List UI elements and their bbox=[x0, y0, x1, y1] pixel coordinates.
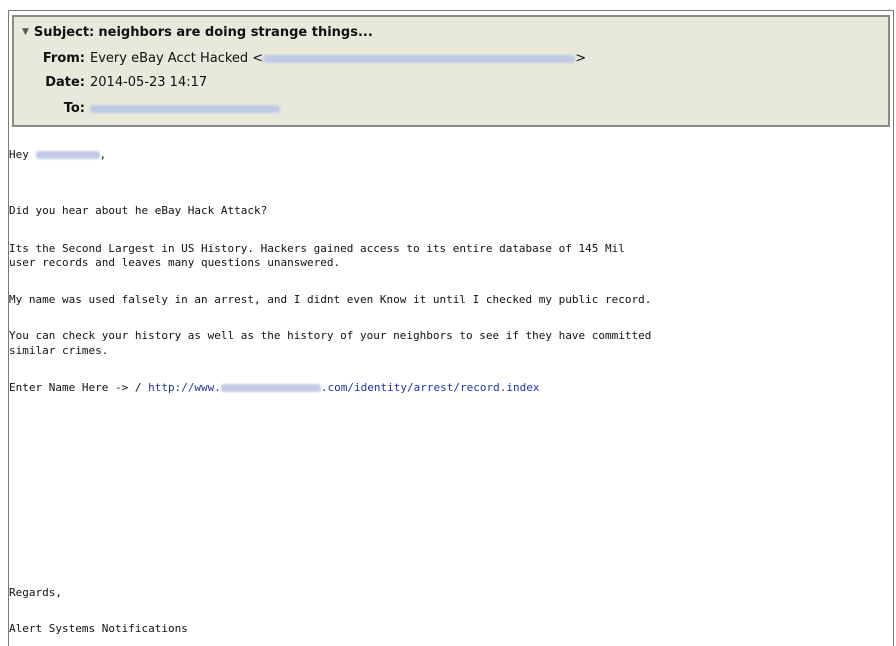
paragraph-1: Did you hear about he eBay Hack Attack? bbox=[9, 204, 268, 217]
email-viewer: ▼ Subject: neighbors are doing strange th… bbox=[8, 10, 894, 646]
paragraph-4-line-1: You can check your history as well as th… bbox=[9, 329, 652, 342]
signature: Alert Systems Notifications bbox=[9, 622, 188, 635]
greeting-suffix: , bbox=[99, 148, 107, 161]
link-end[interactable]: .com/identity/arrest/record.index bbox=[321, 381, 540, 394]
date-label: Date: bbox=[45, 75, 85, 90]
from-name[interactable]: Every eBay Acct Hacked < bbox=[90, 51, 263, 66]
date-row: Date: 2014-05-23 14:17 bbox=[14, 75, 207, 90]
collapse-triangle-icon[interactable]: ▼ bbox=[22, 27, 29, 37]
greeting: Hey , bbox=[9, 147, 106, 162]
from-label: From: bbox=[42, 51, 85, 66]
from-close: > bbox=[575, 51, 587, 66]
subject-text: neighbors are doing strange things... bbox=[98, 25, 373, 40]
enter-name-prefix: Enter Name Here -> / bbox=[9, 381, 149, 394]
paragraph-3: My name was used falsely in an arrest, a… bbox=[9, 293, 652, 306]
to-row: To: bbox=[14, 101, 280, 116]
link-start[interactable]: http://www. bbox=[148, 381, 221, 394]
enter-name-line: Enter Name Here -> / http://www. .com/ide… bbox=[9, 380, 539, 395]
from-row: From: Every eBay Acct Hacked < > bbox=[14, 51, 586, 66]
redacted-domain[interactable] bbox=[220, 384, 321, 392]
email-header: ▼ Subject: neighbors are doing strange th… bbox=[12, 15, 890, 127]
date-value: 2014-05-23 14:17 bbox=[90, 75, 208, 90]
redacted-recipient-address bbox=[90, 104, 280, 113]
subject-label: Subject: bbox=[33, 25, 95, 40]
redacted-sender-address bbox=[263, 54, 576, 63]
phishing-link[interactable]: http://www. .com/identity/arrest/record.i… bbox=[148, 381, 539, 394]
regards: Regards, bbox=[9, 586, 62, 599]
subject-row: ▼ Subject: neighbors are doing strange th… bbox=[22, 25, 373, 40]
paragraph-2-line-1: Its the Second Largest in US History. Ha… bbox=[9, 242, 625, 255]
to-label: To: bbox=[63, 101, 85, 116]
paragraph-4-line-2: similar crimes. bbox=[9, 344, 109, 357]
greeting-prefix: Hey bbox=[9, 148, 29, 161]
redacted-recipient-name bbox=[35, 151, 100, 159]
paragraph-2-line-2: user records and leaves many questions u… bbox=[9, 256, 341, 269]
